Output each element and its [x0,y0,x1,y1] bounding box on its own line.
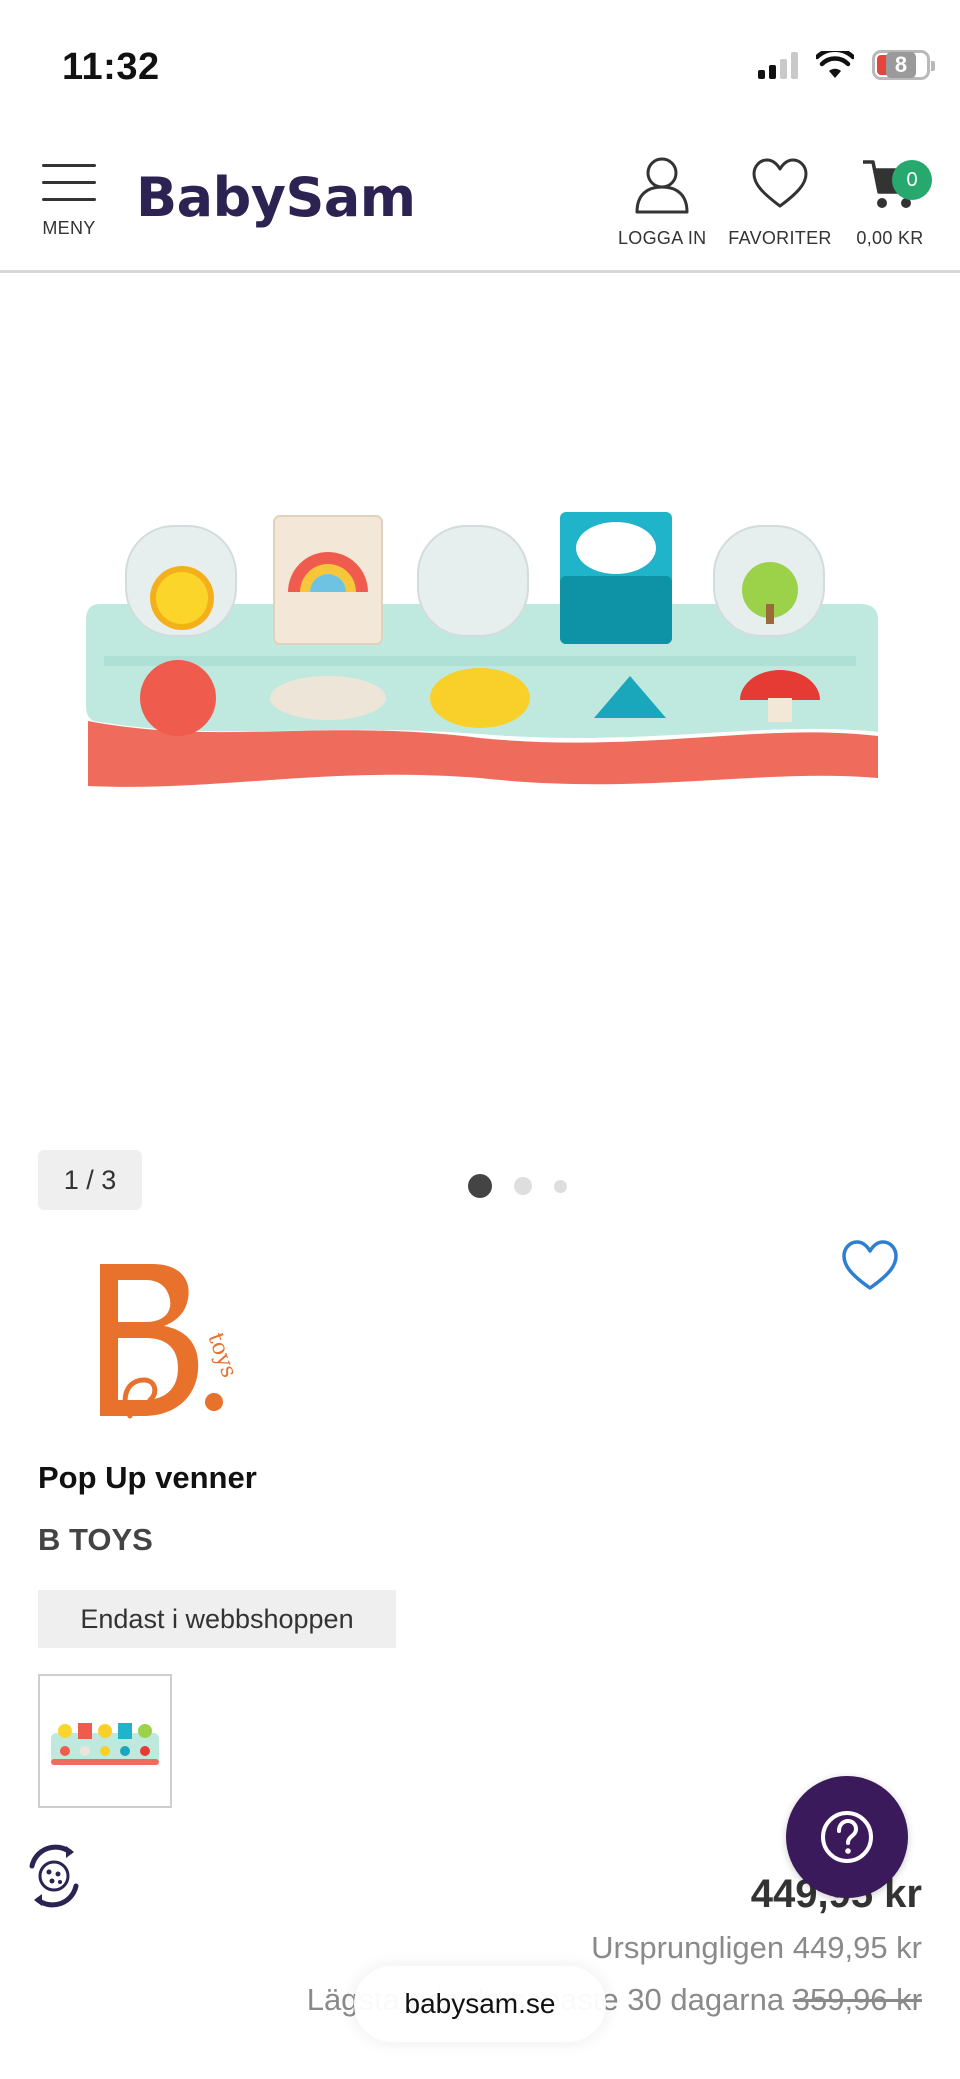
wifi-icon [816,51,854,78]
heart-icon [842,1240,898,1290]
svg-text:toys: toys [202,1330,241,1382]
signal-icon [758,51,798,79]
menu-button[interactable]: MENY [40,162,98,239]
add-to-wishlist-button[interactable] [840,1238,900,1299]
login-label: LOGGA IN [618,228,707,248]
cart-total: 0,00 KR [856,228,924,248]
status-time: 11:32 [62,46,160,88]
online-only-badge: Endast i webbshoppen [38,1590,396,1648]
user-icon [635,157,689,214]
original-price: Ursprungligen 449,95 kr [591,1930,922,1965]
cart-count-badge: 0 [892,160,932,200]
b-toys-logo: toys [100,1264,242,1419]
gallery-dot-3[interactable] [554,1179,567,1193]
gallery-dots [468,1174,567,1198]
heart-icon [752,158,808,208]
battery-level: 8 [885,52,917,78]
favorites-label: FAVORITER [728,228,832,248]
cookie-icon [29,1844,79,1908]
product-brand[interactable]: B TOYS [38,1522,153,1558]
thumbnail-image [51,1723,159,1765]
product-image[interactable] [0,276,960,1096]
lowest-price-value: 359,96 kr [792,1982,922,2017]
site-logo[interactable]: BabySam [136,166,416,229]
browser-url-bar[interactable]: babysam.se [354,1966,606,2042]
gallery-dot-2[interactable] [514,1177,532,1195]
menu-label: MENY [42,218,96,238]
product-title: Pop Up venner [38,1460,257,1495]
help-button[interactable] [786,1776,908,1898]
image-counter: 1 / 3 [38,1150,142,1210]
product-photo [86,512,878,787]
status-bar: 11:32 8 [0,0,960,130]
cart-button[interactable]: 0 0,00 KR [850,156,932,249]
site-header: MENY BabySam LOGGA IN FAVORITER 0 0,00 K… [0,130,960,273]
status-icons: 8 [758,50,935,80]
brand-logo[interactable]: toys [60,1240,250,1440]
menu-icon [42,162,96,204]
question-icon [821,1811,873,1863]
gallery-dot-1[interactable] [468,1174,492,1198]
login-button[interactable]: LOGGA IN [618,156,706,249]
favorites-button[interactable]: FAVORITER [728,156,832,249]
battery-icon: 8 [872,50,935,80]
cookie-settings-button[interactable] [18,1840,90,1912]
product-thumbnail[interactable] [38,1674,172,1808]
